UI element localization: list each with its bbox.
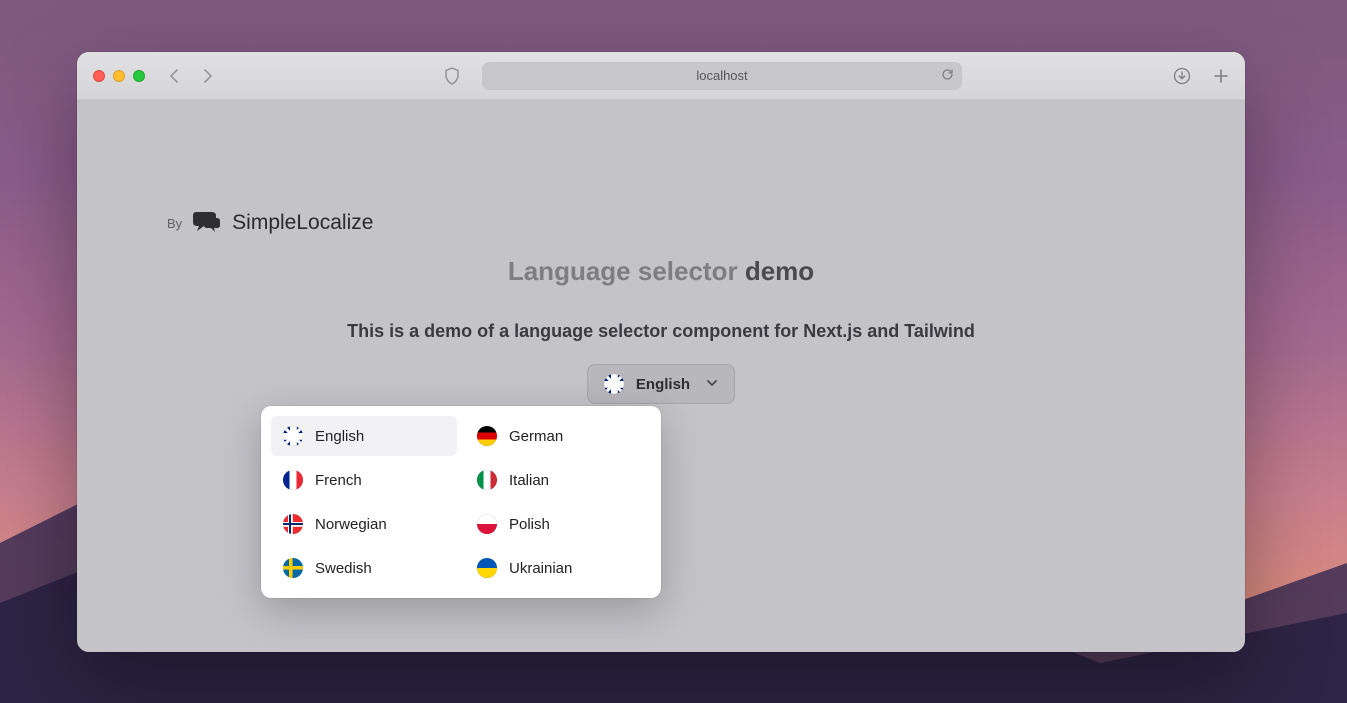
flag-no-icon — [283, 514, 303, 534]
language-option-no[interactable]: Norwegian — [271, 504, 457, 544]
language-option-label: English — [315, 428, 364, 445]
window-minimize-button[interactable] — [113, 70, 125, 82]
language-option-label: Norwegian — [315, 516, 387, 533]
selected-language-label: English — [636, 376, 690, 393]
browser-window: localhost By SimpleLocalize — [77, 52, 1245, 652]
url-text: localhost — [696, 68, 747, 83]
byline: By SimpleLocalize — [167, 210, 373, 236]
language-option-pl[interactable]: Polish — [465, 504, 651, 544]
flag-pl-icon — [477, 514, 497, 534]
browser-titlebar: localhost — [77, 52, 1245, 100]
flag-it-icon — [477, 470, 497, 490]
page-content: By SimpleLocalize Language selector demo… — [77, 100, 1245, 652]
language-option-label: Polish — [509, 516, 550, 533]
new-tab-icon[interactable] — [1213, 68, 1229, 84]
chevron-down-icon — [706, 376, 718, 393]
language-dropdown: English German French Italian Norwegian Polis… — [261, 406, 661, 598]
title-bold: demo — [745, 256, 814, 286]
language-option-gb[interactable]: English — [271, 416, 457, 456]
page-title: Language selector demo — [77, 256, 1245, 287]
byline-prefix: By — [167, 216, 182, 231]
language-option-se[interactable]: Swedish — [271, 548, 457, 588]
language-option-fr[interactable]: French — [271, 460, 457, 500]
flag-gb-icon — [283, 426, 303, 446]
window-close-button[interactable] — [93, 70, 105, 82]
language-option-it[interactable]: Italian — [465, 460, 651, 500]
nav-back-button[interactable] — [169, 68, 181, 84]
simplelocalize-logo-icon — [192, 210, 222, 236]
hero-section: Language selector demo This is a demo of… — [77, 256, 1245, 404]
window-zoom-button[interactable] — [133, 70, 145, 82]
title-light: Language selector — [508, 256, 745, 286]
nav-forward-button[interactable] — [201, 68, 213, 84]
language-option-de[interactable]: German — [465, 416, 651, 456]
nav-arrows — [169, 68, 213, 84]
language-option-label: French — [315, 472, 362, 489]
privacy-shield-icon[interactable] — [444, 67, 460, 85]
language-option-label: Italian — [509, 472, 549, 489]
selected-language-flag-icon — [604, 374, 624, 394]
flag-ua-icon — [477, 558, 497, 578]
reload-icon[interactable] — [941, 68, 954, 84]
language-option-ua[interactable]: Ukrainian — [465, 548, 651, 588]
brand-name: SimpleLocalize — [232, 211, 373, 235]
window-controls — [93, 70, 145, 82]
language-option-label: Swedish — [315, 560, 372, 577]
page-subtitle: This is a demo of a language selector co… — [77, 321, 1245, 342]
language-option-label: Ukrainian — [509, 560, 572, 577]
url-bar[interactable]: localhost — [482, 62, 962, 90]
flag-se-icon — [283, 558, 303, 578]
language-selector-button[interactable]: English — [587, 364, 735, 404]
language-option-label: German — [509, 428, 563, 445]
flag-fr-icon — [283, 470, 303, 490]
flag-de-icon — [477, 426, 497, 446]
downloads-icon[interactable] — [1173, 67, 1191, 85]
